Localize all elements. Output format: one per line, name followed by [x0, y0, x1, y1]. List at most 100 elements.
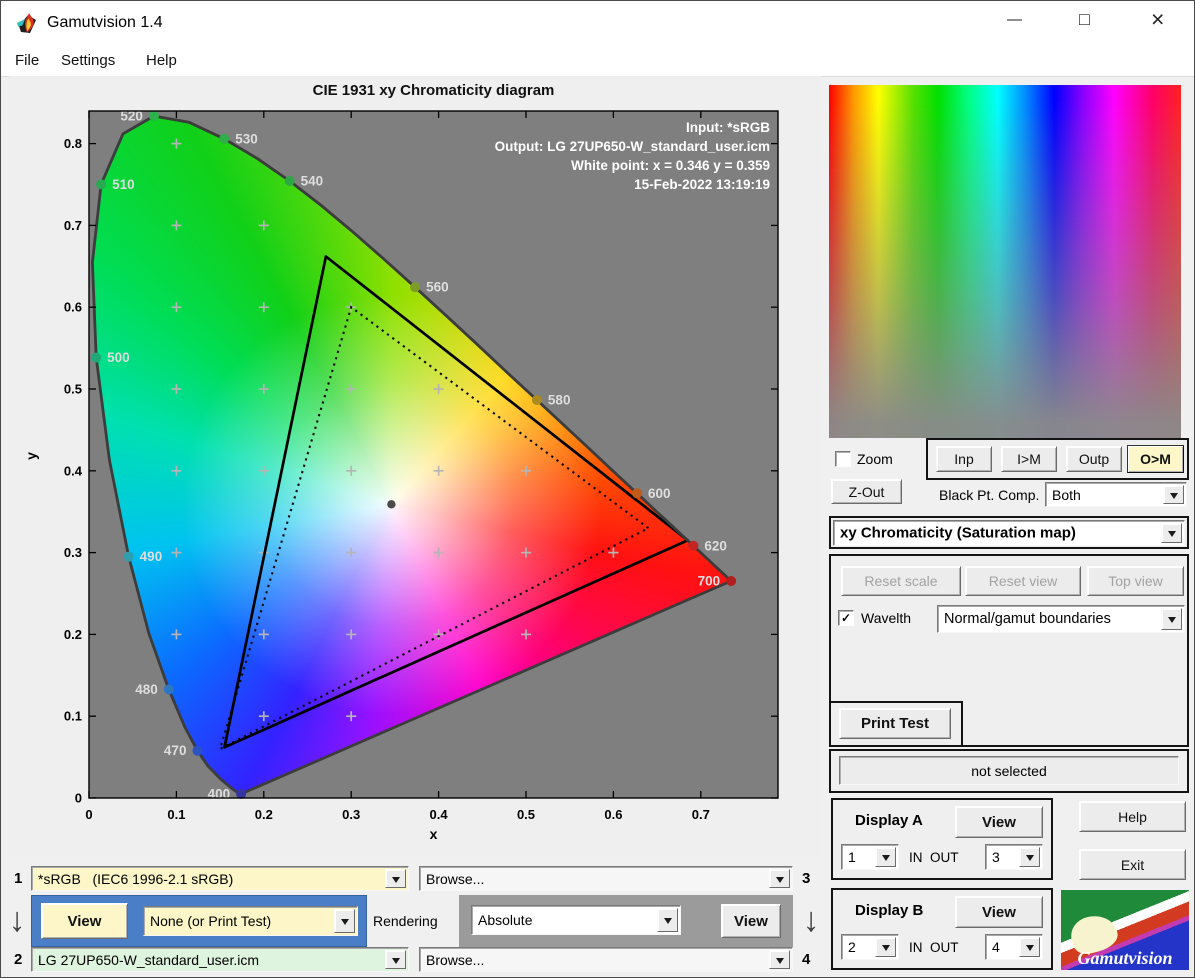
- print-test-profile-dropdown[interactable]: None (or Print Test): [143, 906, 358, 936]
- profile1-dropdown[interactable]: *sRGB (IEC6 1996-2.1 sRGB): [31, 866, 409, 891]
- display-b-view-button[interactable]: View: [955, 896, 1043, 928]
- svg-text:0.3: 0.3: [342, 807, 360, 822]
- dropdown-arrow-icon[interactable]: [657, 908, 678, 932]
- wavelength-label-490: 490: [140, 549, 163, 564]
- wavelength-label-530: 530: [235, 131, 258, 146]
- display-a-view-button[interactable]: View: [955, 806, 1043, 838]
- wavelength-dot-480: [163, 684, 174, 695]
- wavelth-checkbox[interactable]: ✓: [838, 610, 854, 626]
- wavelength-label-480: 480: [135, 682, 158, 697]
- slot3-number: 3: [802, 870, 811, 887]
- close-button[interactable]: ×: [1151, 6, 1164, 33]
- svg-text:0.5: 0.5: [517, 807, 535, 822]
- minimize-button[interactable]: —: [1007, 11, 1022, 28]
- wavelength-label-400: 400: [208, 786, 231, 801]
- display-b-out-dropdown[interactable]: 4: [985, 934, 1043, 960]
- dropdown-arrow-icon[interactable]: [1161, 523, 1182, 543]
- print-test-button[interactable]: Print Test: [839, 708, 951, 739]
- dropdown-arrow-icon[interactable]: [385, 950, 406, 969]
- wavelength-dot-470: [192, 745, 203, 756]
- svg-text:0.3: 0.3: [64, 545, 82, 560]
- chart-annotation: Output: LG 27UP650-W_standard_user.icm: [495, 139, 770, 154]
- gamutvision-logo: Gamutvision: [1061, 890, 1189, 970]
- menu-settings[interactable]: Settings: [57, 50, 119, 71]
- plot-frame: [88, 110, 779, 799]
- dropdown-arrow-icon[interactable]: [334, 909, 355, 933]
- left-flow-arrow-icon: ↓: [8, 901, 26, 939]
- svg-text:0.8: 0.8: [64, 136, 82, 151]
- z-out-button[interactable]: Z-Out: [831, 479, 902, 504]
- wavelength-dot-490: [123, 551, 134, 562]
- menu-file[interactable]: File: [11, 50, 43, 71]
- dropdown-arrow-icon[interactable]: [875, 937, 896, 957]
- gamutvision-window: Gamutvision 1.4 — □ × File Settings Help…: [0, 0, 1195, 978]
- top-view-button[interactable]: Top view: [1087, 566, 1184, 596]
- output-gamut-triangle: [223, 255, 690, 749]
- view-output-button[interactable]: View: [721, 904, 781, 938]
- view-input-button[interactable]: View: [41, 903, 128, 939]
- maximize-button[interactable]: □: [1079, 9, 1090, 30]
- exit-button[interactable]: Exit: [1079, 849, 1186, 880]
- gamut-buttons-frame: Inp I>M Outp O>M: [926, 438, 1189, 480]
- wavelength-dot-580: [531, 394, 542, 405]
- reset-view-button[interactable]: Reset view: [965, 566, 1081, 596]
- svg-text:0.7: 0.7: [692, 807, 710, 822]
- dropdown-arrow-icon[interactable]: [1163, 485, 1184, 504]
- help-button[interactable]: Help: [1079, 801, 1186, 832]
- o-to-m-button[interactable]: O>M: [1127, 445, 1184, 473]
- wavelength-label-540: 540: [301, 173, 324, 188]
- outp-button[interactable]: Outp: [1066, 446, 1122, 472]
- display-b-in-dropdown[interactable]: 2: [841, 934, 899, 960]
- inp-button[interactable]: Inp: [936, 446, 992, 472]
- boundaries-dropdown[interactable]: Normal/gamut boundaries: [937, 605, 1185, 633]
- window-title: Gamutvision 1.4: [47, 14, 163, 31]
- profile4-dropdown[interactable]: Browse...: [419, 947, 793, 972]
- svg-text:0.6: 0.6: [604, 807, 622, 822]
- dropdown-arrow-icon[interactable]: [1019, 937, 1040, 957]
- svg-text:0.4: 0.4: [430, 807, 449, 822]
- svg-text:0.2: 0.2: [64, 627, 82, 642]
- selection-status-field: not selected: [839, 756, 1179, 785]
- title-bar: Gamutvision 1.4 — □ ×: [1, 1, 1194, 46]
- grid-plus-markers: [171, 138, 619, 722]
- menu-help[interactable]: Help: [142, 50, 181, 71]
- reset-scale-button[interactable]: Reset scale: [841, 566, 961, 596]
- chromaticity-figure: CIE 1931 xy Chromaticity diagram 400 470 4…: [9, 76, 821, 856]
- black-pt-comp-label: Black Pt. Comp.: [939, 487, 1040, 503]
- wavelength-label-560: 560: [426, 280, 449, 295]
- wavelength-dot-540: [284, 175, 295, 186]
- view-mode-dropdown[interactable]: xy Chromaticity (Saturation map): [833, 520, 1185, 546]
- profile3-dropdown[interactable]: Browse...: [419, 866, 793, 891]
- wavelength-dot-560: [410, 282, 421, 293]
- slot1-number: 1: [14, 870, 23, 887]
- zoom-checkbox-label: Zoom: [857, 451, 893, 467]
- rendering-label: Rendering: [373, 913, 438, 929]
- logo-text: Gamutvision: [1077, 948, 1173, 968]
- input-gamut-triangle: [218, 305, 651, 751]
- rendering-intent-dropdown[interactable]: Absolute: [471, 905, 681, 935]
- display-b-box: Display B View 2 IN OUT 4: [831, 888, 1053, 970]
- zoom-checkbox[interactable]: [835, 451, 851, 467]
- spectral-locus: [91, 114, 733, 796]
- black-pt-comp-dropdown[interactable]: Both: [1045, 482, 1187, 507]
- dropdown-arrow-icon[interactable]: [769, 950, 790, 969]
- profile2-dropdown[interactable]: LG 27UP650-W_standard_user.icm: [31, 947, 409, 972]
- svg-text:0.7: 0.7: [64, 218, 82, 233]
- selection-status-frame: not selected: [829, 749, 1189, 793]
- display-a-title: Display A: [855, 812, 923, 829]
- dropdown-arrow-icon[interactable]: [1161, 608, 1182, 630]
- dropdown-arrow-icon[interactable]: [1019, 847, 1040, 867]
- i-to-m-button[interactable]: I>M: [1001, 446, 1057, 472]
- display-a-in-dropdown[interactable]: 1: [841, 844, 899, 870]
- svg-text:0.2: 0.2: [255, 807, 273, 822]
- display-a-out-dropdown[interactable]: 3: [985, 844, 1043, 870]
- dropdown-arrow-icon[interactable]: [875, 847, 896, 867]
- dropdown-arrow-icon[interactable]: [769, 869, 790, 888]
- wavelength-dot-500: [91, 352, 102, 363]
- app-icon: [17, 13, 36, 33]
- wavelength-dot-700: [726, 575, 737, 586]
- wavelength-dot-510: [96, 179, 107, 190]
- wavelength-label-600: 600: [648, 486, 671, 501]
- wavelength-dot-530: [219, 133, 230, 144]
- dropdown-arrow-icon[interactable]: [385, 869, 406, 888]
